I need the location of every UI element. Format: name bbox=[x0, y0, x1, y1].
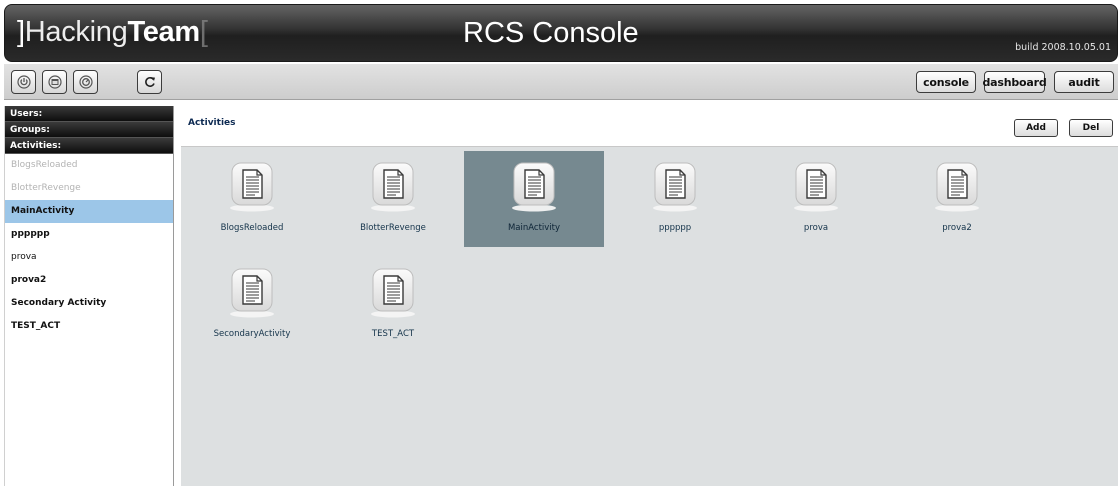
activity-label: BlogsReloaded bbox=[220, 223, 284, 233]
document-icon bbox=[369, 161, 417, 213]
console-button[interactable]: console bbox=[916, 71, 976, 93]
document-icon bbox=[792, 161, 840, 213]
del-button[interactable]: Del bbox=[1069, 119, 1113, 137]
sidebar-item[interactable]: pppppp bbox=[5, 223, 173, 246]
activity-grid-item[interactable]: prova2 bbox=[887, 151, 1027, 247]
sidebar-item[interactable]: Secondary Activity bbox=[5, 292, 173, 315]
dashboard-button[interactable]: dashboard bbox=[982, 71, 1047, 93]
app-title: RCS Console bbox=[463, 17, 639, 49]
document-icon bbox=[510, 161, 558, 213]
logo-hacking: Hacking bbox=[24, 16, 128, 48]
activity-label: TEST_ACT bbox=[371, 329, 415, 339]
main-header: Activities Add Del bbox=[181, 106, 1118, 147]
sidebar-item[interactable]: prova2 bbox=[5, 269, 173, 292]
refresh-button[interactable] bbox=[137, 70, 162, 94]
activity-grid-item[interactable]: pppppp bbox=[605, 151, 745, 247]
sidebar-section-groups[interactable]: Groups: bbox=[5, 122, 173, 138]
activity-label: prova bbox=[803, 223, 829, 233]
logo-team: Team bbox=[127, 16, 200, 48]
document-icon bbox=[228, 267, 276, 319]
build-version: build 2008.10.05.01 bbox=[1015, 42, 1111, 53]
activity-grid-item[interactable]: TEST_ACT bbox=[323, 257, 463, 353]
power-button[interactable] bbox=[11, 70, 36, 94]
sidebar-item[interactable]: TEST_ACT bbox=[5, 315, 173, 338]
clock-button[interactable] bbox=[73, 70, 98, 94]
activity-grid-item[interactable]: MainActivity bbox=[464, 151, 604, 247]
clock-icon bbox=[78, 75, 93, 89]
activity-label: pppppp bbox=[658, 223, 692, 233]
document-icon bbox=[933, 161, 981, 213]
title-bar: ]HackingTeam[ RCS Console build 2008.10.… bbox=[4, 4, 1118, 62]
activity-list: BlogsReloaded BlotterRevenge MainActivity p… bbox=[5, 154, 173, 338]
window-icon bbox=[47, 75, 62, 89]
logo-bracket-close: [ bbox=[199, 16, 208, 48]
page-title: Activities bbox=[188, 118, 236, 128]
sidebar-item[interactable]: MainActivity bbox=[5, 200, 173, 223]
activity-grid-item[interactable]: BlogsReloaded bbox=[182, 151, 322, 247]
app-window: ]HackingTeam[ RCS Console build 2008.10.… bbox=[0, 0, 1120, 486]
activity-grid-item[interactable]: prova bbox=[746, 151, 886, 247]
sidebar-section-users[interactable]: Users: bbox=[5, 106, 173, 122]
activity-label: MainActivity bbox=[507, 223, 561, 233]
document-icon bbox=[228, 161, 276, 213]
add-button[interactable]: Add bbox=[1014, 119, 1058, 137]
window-button[interactable] bbox=[42, 70, 67, 94]
activity-label: BlotterRevenge bbox=[360, 223, 426, 233]
activity-label: SecondaryActivity bbox=[213, 329, 291, 339]
hackingteam-logo: ]HackingTeam[ bbox=[17, 15, 208, 49]
activity-grid-item[interactable]: SecondaryActivity bbox=[182, 257, 322, 353]
document-icon bbox=[651, 161, 699, 213]
sidebar: Users: Groups: Activities: BlogsReloaded… bbox=[4, 106, 174, 486]
sidebar-item[interactable]: BlogsReloaded bbox=[5, 154, 173, 177]
main-panel: Activities Add Del BlogsReloaded BlotterR… bbox=[181, 106, 1118, 486]
logo-bracket-open: ] bbox=[17, 16, 25, 48]
activity-grid-item[interactable]: BlotterRevenge bbox=[323, 151, 463, 247]
sidebar-item[interactable]: prova bbox=[5, 246, 173, 269]
refresh-icon bbox=[144, 76, 155, 87]
toolbar: console dashboard audit bbox=[4, 64, 1118, 100]
power-icon bbox=[16, 75, 31, 89]
sidebar-section-activities[interactable]: Activities: bbox=[5, 138, 173, 154]
audit-button[interactable]: audit bbox=[1054, 71, 1114, 93]
sidebar-item[interactable]: BlotterRevenge bbox=[5, 177, 173, 200]
document-icon bbox=[369, 267, 417, 319]
activity-label: prova2 bbox=[942, 223, 972, 233]
